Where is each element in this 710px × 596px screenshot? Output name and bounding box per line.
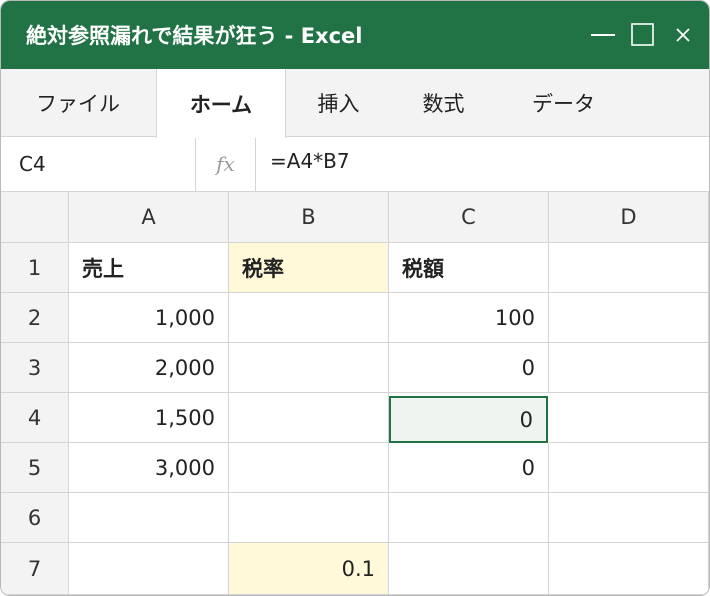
cell-b2[interactable] (229, 293, 389, 343)
row-header-5[interactable]: 5 (1, 443, 69, 493)
window-title: 絶対参照漏れで結果が狂う - Excel (26, 24, 363, 48)
tab-insert[interactable]: 挿入 (291, 69, 386, 137)
cell-d6[interactable] (549, 493, 709, 543)
row-header-3[interactable]: 3 (1, 343, 69, 393)
tab-data[interactable]: データ (506, 69, 621, 137)
cell-c2[interactable]: 100 (389, 293, 549, 343)
cell-a6[interactable] (69, 493, 229, 543)
tab-file[interactable]: ファイル (13, 69, 143, 137)
row-header-1[interactable]: 1 (1, 243, 69, 293)
cell-a5[interactable]: 3,000 (69, 443, 229, 493)
formula-bar: C4 fx =A4*B7 (1, 138, 709, 192)
name-box[interactable]: C4 (1, 138, 196, 191)
cell-d4[interactable] (549, 393, 709, 443)
tab-home[interactable]: ホーム (156, 69, 286, 138)
close-icon (676, 28, 690, 42)
close-button[interactable] (663, 15, 703, 55)
column-header-c[interactable]: C (389, 192, 549, 243)
cell-d5[interactable] (549, 443, 709, 493)
spreadsheet-grid: A B C D 1 売上 税率 税額 2 1,000 100 3 2,000 0… (1, 192, 709, 595)
maximize-icon (631, 23, 654, 46)
cell-b1[interactable]: 税率 (229, 243, 389, 293)
title-bar: 絶対参照漏れで結果が狂う - Excel (1, 1, 709, 69)
minimize-button[interactable] (583, 15, 623, 55)
row-header-2[interactable]: 2 (1, 293, 69, 343)
cell-d7[interactable] (549, 543, 709, 595)
cell-a2[interactable]: 1,000 (69, 293, 229, 343)
cell-b5[interactable] (229, 443, 389, 493)
column-header-a[interactable]: A (69, 192, 229, 243)
cell-d1[interactable] (549, 243, 709, 293)
cell-b3[interactable] (229, 343, 389, 393)
cell-c5[interactable]: 0 (389, 443, 549, 493)
formula-input[interactable]: =A4*B7 (270, 138, 350, 191)
cell-c6[interactable] (389, 493, 549, 543)
ribbon-tabs: ファイル ホーム 挿入 数式 データ (1, 69, 709, 138)
row-header-6[interactable]: 6 (1, 493, 69, 543)
cell-c4-selected[interactable]: 0 (389, 396, 548, 443)
window-controls (583, 1, 709, 69)
cell-a7[interactable] (69, 543, 229, 595)
cell-c7[interactable] (389, 543, 549, 595)
cell-b6[interactable] (229, 493, 389, 543)
column-header-b[interactable]: B (229, 192, 389, 243)
column-header-d[interactable]: D (549, 192, 709, 243)
cell-a3[interactable]: 2,000 (69, 343, 229, 393)
select-all-corner[interactable] (1, 192, 69, 243)
cell-d2[interactable] (549, 293, 709, 343)
minimize-icon (591, 34, 615, 36)
cell-d3[interactable] (549, 343, 709, 393)
fx-icon[interactable]: fx (196, 138, 256, 191)
tab-formulas[interactable]: 数式 (396, 69, 491, 137)
cell-a1[interactable]: 売上 (69, 243, 229, 293)
row-header-4[interactable]: 4 (1, 393, 69, 443)
excel-window: 絶対参照漏れで結果が狂う - Excel ファイル ホーム 挿入 数式 データ … (0, 0, 710, 596)
cell-c3[interactable]: 0 (389, 343, 549, 393)
row-header-7[interactable]: 7 (1, 543, 69, 595)
maximize-button[interactable] (623, 15, 663, 55)
cell-b7[interactable]: 0.1 (229, 543, 389, 595)
cell-c1[interactable]: 税額 (389, 243, 549, 293)
cell-a4[interactable]: 1,500 (69, 393, 229, 443)
cell-b4[interactable] (229, 393, 389, 443)
